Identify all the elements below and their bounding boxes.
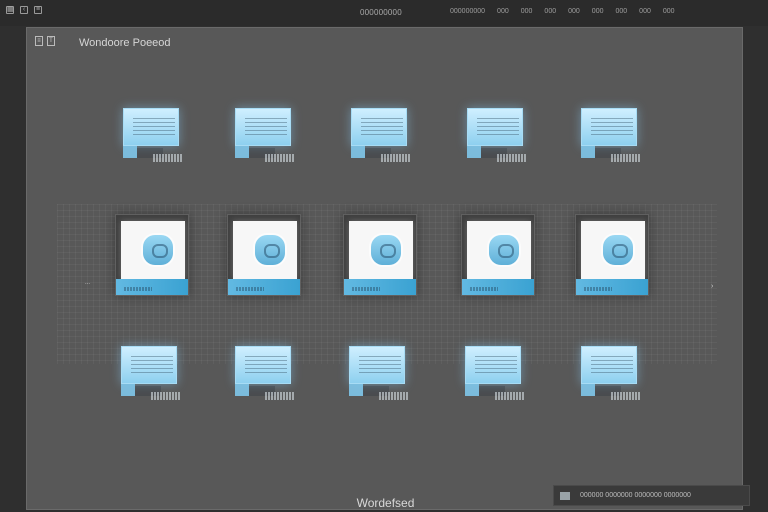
tooltip-text: 000000 0000000 0000000 0000000 [580,492,691,499]
top-bar: ▦ ‹ ≡ 000000000 000000000 000 000 000 00… [0,0,768,26]
window-base [581,146,595,158]
window-caption [611,392,641,400]
app-badge-icon [603,235,633,265]
grid-icon[interactable]: ▦ [6,6,14,14]
window-base [467,146,481,158]
app-badge-icon [371,235,401,265]
window-lines [475,356,517,374]
window-thumbnail[interactable] [349,346,411,408]
app-card-preview [581,221,645,279]
window-lines [133,118,175,136]
window-lines [131,356,173,374]
app-card-stripe [116,279,188,295]
window-base [465,384,479,396]
window-caption [381,154,411,162]
window-caption [611,154,641,162]
window-title: 000000000 [360,8,402,17]
menu-item[interactable]: 000 [497,8,509,15]
app-card-stripe [576,279,648,295]
window-thumbnail[interactable] [123,108,185,170]
menu-item[interactable]: 000 [592,8,604,15]
window-caption [265,392,295,400]
app-card[interactable] [575,214,649,296]
window-thumbnail[interactable] [235,108,297,170]
app-card-stripe [228,279,300,295]
window-thumbnail[interactable] [235,346,297,408]
window-lines [245,356,287,374]
app-card-preview [467,221,531,279]
menu-item[interactable]: 000000000 [450,8,485,15]
window-lines [245,118,287,136]
app-card-stripe-text [584,287,612,291]
list-icon[interactable]: ≡ [35,36,43,46]
window-base [235,384,249,396]
app-card-stripe-text [352,287,380,291]
window-lines [477,118,519,136]
top-row [27,108,744,178]
window-thumbnail[interactable] [121,346,183,408]
menu-item[interactable]: 000 [568,8,580,15]
panel-title: Wondoore Poeeod [79,37,171,49]
back-icon[interactable]: ‹ [20,6,28,14]
window-caption [151,392,181,400]
window-thumbnail[interactable] [581,346,643,408]
main-panel: ≡ T Wondoore Poeeod ... › Wordefsed [26,27,743,510]
top-bar-icons: ▦ ‹ ≡ [6,6,42,14]
menu-item[interactable]: 000 [615,8,627,15]
panel-header-icons: ≡ T [35,36,55,46]
window-lines [591,118,633,136]
window-thumbnail[interactable] [465,346,527,408]
window-lines [359,356,401,374]
window-caption [153,154,183,162]
bottom-tooltip: 000000 0000000 0000000 0000000 [553,485,750,506]
window-caption [379,392,409,400]
app-badge-icon [143,235,173,265]
bottom-row [27,346,744,416]
tooltip-icon [560,492,570,500]
window-thumbnail[interactable] [351,108,413,170]
window-base [581,384,595,396]
app-card[interactable] [227,214,301,296]
app-card-preview [233,221,297,279]
window-lines [361,118,403,136]
app-card-preview [121,221,185,279]
app-card-stripe-text [236,287,264,291]
window-lines [591,356,633,374]
text-icon[interactable]: T [47,36,55,46]
right-side-arrow[interactable]: › [711,283,713,290]
menu-item[interactable]: 000 [663,8,675,15]
top-menu: 000000000 000 000 000 000 000 000 000 00… [450,8,675,15]
app-badge-icon [255,235,285,265]
window-thumbnail[interactable] [581,108,643,170]
app-card[interactable] [343,214,417,296]
window-thumbnail[interactable] [467,108,529,170]
window-base [123,146,137,158]
menu-item[interactable]: 000 [544,8,556,15]
app-badge-icon [489,235,519,265]
app-card-preview [349,221,413,279]
menu-icon[interactable]: ≡ [34,6,42,14]
left-side-label[interactable]: ... [85,280,90,286]
menu-item[interactable]: 000 [521,8,533,15]
app-card-stripe-text [470,287,498,291]
window-caption [495,392,525,400]
app-card-stripe [462,279,534,295]
app-card[interactable] [115,214,189,296]
menu-item[interactable]: 000 [639,8,651,15]
window-base [121,384,135,396]
app-card-stripe-text [124,287,152,291]
window-caption [497,154,527,162]
window-base [349,384,363,396]
window-caption [265,154,295,162]
middle-row [27,214,744,296]
window-base [235,146,249,158]
app-card-stripe [344,279,416,295]
app-card[interactable] [461,214,535,296]
window-base [351,146,365,158]
